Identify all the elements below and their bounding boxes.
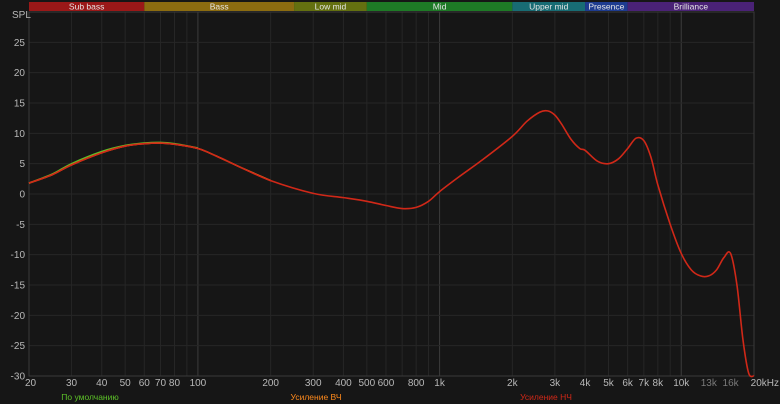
x-tick-label: 600 [378,378,395,389]
y-tick-label: 20 [14,68,26,79]
band-label: Mid [433,2,447,12]
x-tick-label: 800 [408,378,425,389]
y-tick-label: 25 [14,38,26,49]
x-tick-label: 300 [305,378,322,389]
y-tick-label: 10 [14,129,26,140]
y-tick-label: -25 [11,341,26,352]
x-tick-label: 70 [155,378,167,389]
x-tick-label: 16k [723,378,740,389]
y-tick-label: 5 [19,159,25,170]
legend-entry: Усиление ВЧ [291,392,342,402]
y-tick-label: -10 [11,250,26,261]
x-tick-label: 60 [139,378,151,389]
y-tick-label: -15 [11,281,26,292]
y-axis-label: SPL [12,10,31,21]
x-tick-label: 200 [262,378,279,389]
x-tick-label: 3k [550,378,562,389]
band-label: Sub bass [69,2,104,12]
y-tick-label: -20 [11,311,26,322]
frequency-bands: Sub bass Bass Low mid Mid Upper mid Presence B… [29,2,754,12]
x-tick-label: 8k [653,378,665,389]
band-label: Bass [210,2,229,12]
x-tick-label: 6k [622,378,634,389]
x-tick-label: 4k [580,378,592,389]
x-tick-label: 50 [120,378,132,389]
x-tick-label: 1k [434,378,446,389]
x-tick-label: 80 [169,378,181,389]
x-tick-label: 10k [673,378,690,389]
y-tick-label: -5 [16,220,25,231]
band-label: Low mid [315,2,347,12]
x-tick-label: 13k [701,378,718,389]
frequency-response-chart: Sub bass Bass Low mid Mid Upper mid Presence B… [0,0,780,404]
y-tick-label: 0 [19,190,25,201]
x-tick-label: 20kHz [751,378,779,389]
legend-entry: По умолчанию [61,392,119,402]
x-tick-label: 30 [66,378,78,389]
y-tick-label: -30 [11,372,26,383]
y-tick-label: 15 [14,99,26,110]
legend-entry: Усиление НЧ [520,392,572,402]
x-tick-label: 7k [639,378,651,389]
x-tick-label: 40 [96,378,108,389]
x-tick-label: 5k [603,378,615,389]
x-tick-label: 20 [25,378,37,389]
x-tick-label: 500 [358,378,375,389]
x-tick-label: 400 [335,378,352,389]
band-label: Upper mid [529,2,568,12]
band-label: Brilliance [674,2,709,12]
x-tick-label: 100 [190,378,207,389]
x-tick-label: 2k [507,378,519,389]
band-label: Presence [588,2,624,12]
